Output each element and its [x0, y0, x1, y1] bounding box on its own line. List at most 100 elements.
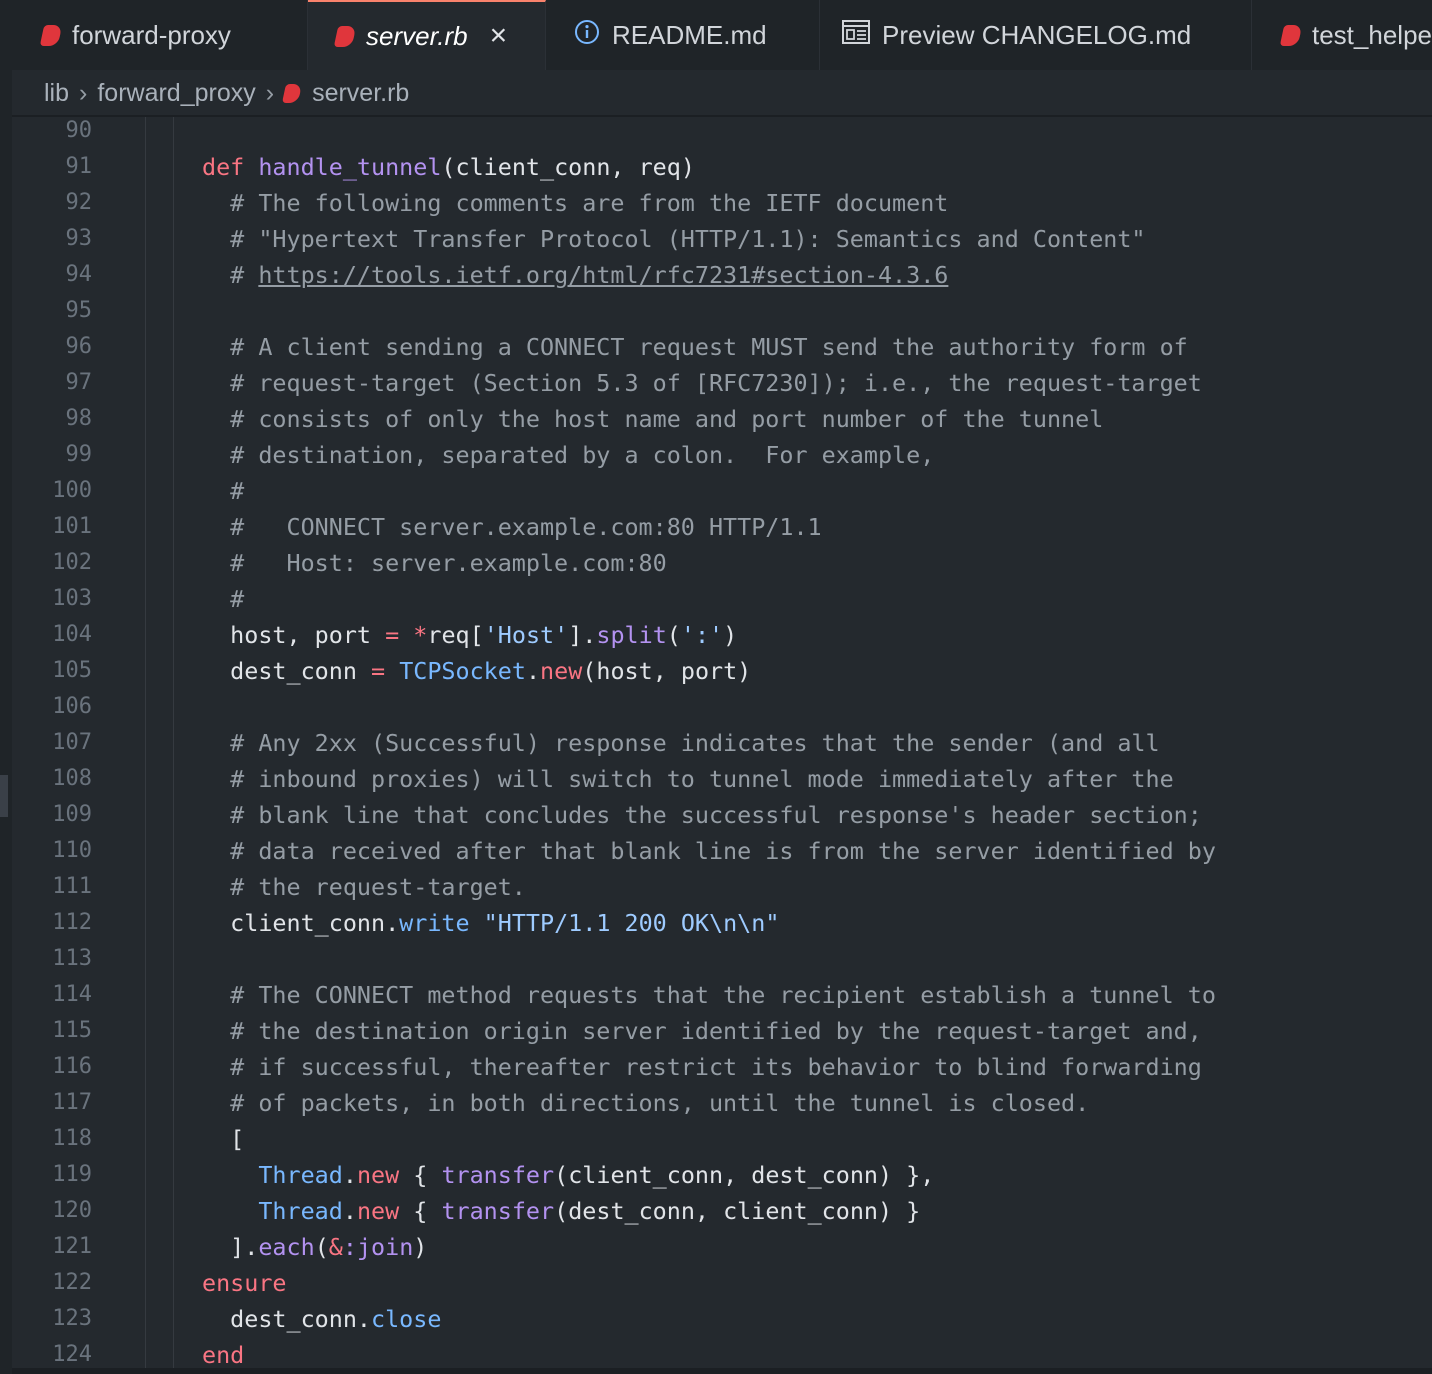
code-token: new — [356, 1161, 400, 1189]
line-number: 93 — [65, 226, 93, 251]
tab-readme[interactable]: README.md — [546, 0, 820, 70]
tab-preview-changelog[interactable]: Preview CHANGELOG.md — [820, 0, 1252, 70]
code-line[interactable]: 120 Thread.new { transfer(dest_conn, cli… — [12, 1193, 1432, 1229]
code-line[interactable]: 108 # inbound proxies) will switch to tu… — [12, 761, 1432, 797]
code-token: each — [258, 1233, 315, 1261]
code-text: # destination, separated by a colon. For… — [202, 437, 934, 473]
code-line[interactable]: 107 # Any 2xx (Successful) response indi… — [12, 725, 1432, 761]
tab-test-helper[interactable]: test_helpe — [1252, 0, 1432, 70]
code-line[interactable]: 114 # The CONNECT method requests that t… — [12, 977, 1432, 1013]
code-token: # consists of only the host name and por… — [202, 405, 1104, 433]
code-line[interactable]: 113 — [12, 941, 1432, 977]
code-text: # consists of only the host name and por… — [202, 401, 1103, 437]
code-line[interactable]: 93 # "Hypertext Transfer Protocol (HTTP/… — [12, 221, 1432, 257]
code-line[interactable]: 110 # data received after that blank lin… — [12, 833, 1432, 869]
line-number: 98 — [65, 406, 93, 431]
code-text: # Any 2xx (Successful) response indicate… — [202, 725, 1159, 761]
horizontal-scrollbar[interactable] — [12, 1368, 1432, 1374]
tab-bar: forward-proxy server.rb × README.md Prev… — [12, 0, 1432, 70]
code-line[interactable]: 115 # the destination origin server iden… — [12, 1013, 1432, 1049]
code-token: * — [413, 621, 428, 649]
breadcrumb-item-lib[interactable]: lib — [44, 79, 69, 108]
code-token: ( — [666, 621, 681, 649]
info-icon — [574, 19, 600, 52]
code-text: # CONNECT server.example.com:80 HTTP/1.1 — [202, 509, 821, 545]
code-line[interactable]: 95 — [12, 293, 1432, 329]
code-text: # "Hypertext Transfer Protocol (HTTP/1.1… — [202, 221, 1145, 257]
close-icon[interactable]: × — [490, 19, 508, 53]
line-number: 105 — [52, 658, 92, 683]
code-line[interactable]: 109 # blank line that concludes the succ… — [12, 797, 1432, 833]
code-line[interactable]: 92 # The following comments are from the… — [12, 185, 1432, 221]
code-line[interactable]: 100 # — [12, 473, 1432, 509]
code-text: # Host: server.example.com:80 — [202, 545, 667, 581]
tab-label: test_helpe — [1312, 19, 1432, 50]
line-number: 97 — [65, 370, 93, 395]
code-token: # The following comments are from the IE… — [202, 189, 949, 217]
code-token: ) — [723, 621, 738, 649]
line-number: 120 — [52, 1198, 92, 1223]
code-token: # A client sending a CONNECT request MUS… — [202, 333, 1188, 361]
code-text: # inbound proxies) will switch to tunnel… — [202, 761, 1174, 797]
code-line[interactable]: 117 # of packets, in both directions, un… — [12, 1085, 1432, 1121]
code-line[interactable]: 96 # A client sending a CONNECT request … — [12, 329, 1432, 365]
code-token: ':' — [680, 621, 724, 649]
code-line[interactable]: 118 [ — [12, 1121, 1432, 1157]
code-line[interactable]: 99 # destination, separated by a colon. … — [12, 437, 1432, 473]
code-token: end — [202, 1341, 245, 1369]
code-line[interactable]: 90 — [12, 117, 1432, 149]
code-line[interactable]: 102 # Host: server.example.com:80 — [12, 545, 1432, 581]
line-number: 94 — [65, 262, 93, 287]
breadcrumb-item-file[interactable]: server.rb — [312, 79, 409, 108]
code-token: write — [399, 909, 470, 937]
code-line[interactable]: 123 dest_conn.close — [12, 1301, 1432, 1337]
line-number: 113 — [52, 946, 92, 971]
code-line[interactable]: 119 Thread.new { transfer(client_conn, d… — [12, 1157, 1432, 1193]
code-text: # The following comments are from the IE… — [202, 185, 948, 221]
chevron-right-icon: › — [79, 78, 88, 107]
code-text: # request-target (Section 5.3 of [RFC723… — [202, 365, 1202, 401]
code-line[interactable]: 112 client_conn.write "HTTP/1.1 200 OK\n… — [12, 905, 1432, 941]
code-token: :join — [342, 1233, 414, 1261]
code-text: Thread.new { transfer(client_conn, dest_… — [202, 1157, 934, 1193]
code-line[interactable]: 111 # the request-target. — [12, 869, 1432, 905]
code-token: Thread — [258, 1161, 343, 1189]
code-line[interactable]: 91 def handle_tunnel(client_conn, req) — [12, 149, 1432, 185]
tab-server-rb[interactable]: server.rb × — [308, 0, 546, 70]
code-token: # if successful, thereafter restrict its… — [202, 1053, 1202, 1081]
code-text: # blank line that concludes the successf… — [202, 797, 1202, 833]
tab-forward-proxy[interactable]: forward-proxy — [12, 0, 308, 70]
code-text: ].each(&:join) — [202, 1229, 427, 1265]
code-token: # data received after that blank line is… — [202, 837, 1216, 865]
code-token: new — [540, 657, 583, 685]
code-token: = — [371, 657, 386, 685]
code-line[interactable]: 94 # https://tools.ietf.org/html/rfc7231… — [12, 257, 1432, 293]
code-editor[interactable]: 90 91 def handle_tunnel(client_conn, req) 9… — [12, 117, 1432, 1374]
code-line[interactable]: 101 # CONNECT server.example.com:80 HTTP… — [12, 509, 1432, 545]
code-line[interactable]: 98 # consists of only the host name and … — [12, 401, 1432, 437]
line-number: 102 — [52, 550, 92, 575]
code-token: (host, port) — [582, 657, 752, 685]
code-line[interactable]: 104 host, port = *req['Host'].split(':') — [12, 617, 1432, 653]
preview-icon — [842, 19, 870, 51]
breadcrumb-item-forward-proxy[interactable]: forward_proxy — [97, 79, 255, 108]
code-token: transfer — [441, 1161, 555, 1189]
code-line[interactable]: 121 ].each(&:join) — [12, 1229, 1432, 1265]
code-token: # of packets, in both directions, until … — [202, 1089, 1090, 1117]
line-number: 109 — [52, 802, 92, 827]
code-text: # data received after that blank line is… — [202, 833, 1216, 869]
code-line[interactable]: 122 ensure — [12, 1265, 1432, 1301]
code-line[interactable]: 103 # — [12, 581, 1432, 617]
code-token: # inbound proxies) will switch to tunnel… — [202, 765, 1174, 793]
code-text: # — [202, 473, 244, 509]
code-line[interactable]: 116 # if successful, thereafter restrict… — [12, 1049, 1432, 1085]
code-line[interactable]: 105 dest_conn = TCPSocket.new(host, port… — [12, 653, 1432, 689]
line-number: 108 — [52, 766, 92, 791]
code-line[interactable]: 106 — [12, 689, 1432, 725]
code-text: [ — [202, 1121, 244, 1157]
code-line[interactable]: 97 # request-target (Section 5.3 of [RFC… — [12, 365, 1432, 401]
code-token: # destination, separated by a colon. For… — [202, 441, 935, 469]
